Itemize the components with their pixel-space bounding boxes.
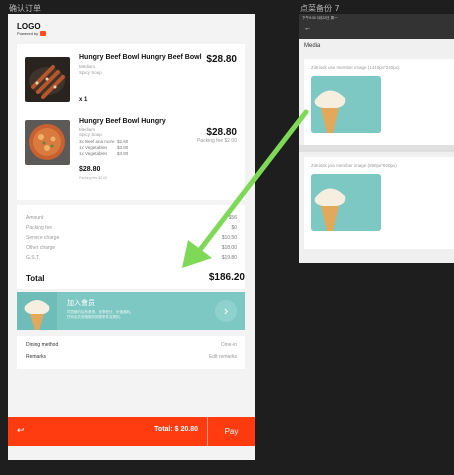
total-row: Total $186.20 <box>26 272 245 283</box>
charge-label: G.S.T. <box>26 255 40 261</box>
order-item[interactable]: Hungry Beef Bowl Hungry Medium Spicy Sou… <box>25 118 237 198</box>
addon-row: 1x Vegetables $3.80 <box>79 145 128 150</box>
pay-button[interactable]: Pay <box>208 417 255 446</box>
charge-row: Amount $56 <box>26 215 237 221</box>
detail-value: Dine-in <box>221 342 237 348</box>
frame-label-checkout: 确认订单 <box>9 4 41 13</box>
image-caption: ZiiKiosk join member image (590px*820px) <box>311 163 397 168</box>
paella-dish-image <box>25 120 70 165</box>
checkout-bar: ↩ Total: $ 20.80 Pay <box>8 417 255 446</box>
powered-by-text: Powered by <box>17 31 39 36</box>
banner-desc-line: 任何会员资格服务按照条件及规则。 <box>67 314 123 319</box>
charge-row: Packing fee $0 <box>26 225 237 231</box>
status-bar: 下午9:30 3月22日 周一 <box>302 16 338 20</box>
order-items-card: Hungry Beef Bowl Hungry Beef Bowl Medium… <box>17 44 245 200</box>
addon-name: 1x Vegetables <box>79 145 108 150</box>
powered-by: Powered by <box>17 31 47 36</box>
remarks-row[interactable]: Remarks Edit remarks <box>26 354 237 360</box>
use-member-image-card: ZiiKiosk use member image (1410px*240px) <box>304 59 454 145</box>
edit-remarks-link[interactable]: Edit remarks <box>209 354 237 360</box>
charge-label: Packing fee <box>26 225 53 231</box>
banner-description: 同意解约后有邀请，优享积分，价值福利。 任何会员资格服务按照条件及规则。 <box>67 310 187 319</box>
ice-cream-icon <box>311 76 381 133</box>
item-subtotal: $28.80 <box>79 166 101 173</box>
detail-label: Dining method <box>26 342 59 348</box>
order-item[interactable]: Hungry Beef Bowl Hungry Beef Bowl Medium… <box>25 54 237 114</box>
bar-total: Total: $ 20.80 <box>154 426 198 433</box>
join-member-image-card: ZiiKiosk join member image (590px*820px) <box>304 157 454 249</box>
detail-label: Remarks <box>26 354 47 360</box>
item-option: Spicy Soup <box>79 70 102 75</box>
ice-cream-icon <box>17 292 57 330</box>
join-member-banner[interactable]: 加入會员 同意解约后有邀请，优享积分，价值福利。 任何会员资格服务按照条件及规则… <box>17 292 245 330</box>
charge-value: $0 <box>231 225 237 231</box>
frame-label-backup: 点菜备份 7 <box>300 4 340 13</box>
addon-price: $3.80 <box>117 145 129 150</box>
details-card: Dining method Dine-in Remarks Edit remar… <box>17 336 245 369</box>
charge-row: Other charge $18.00 <box>26 245 237 251</box>
item-name: Hungry Beef Bowl Hungry Beef Bowl <box>79 54 202 61</box>
item-packing-fee: Packing fee $2.00 <box>196 138 237 144</box>
item-variant: Medium <box>79 64 96 69</box>
order-confirmation-screen: LOGO Powered by Hungry Beef Bowl Hungry … <box>8 14 255 460</box>
charge-row: Service charge $10.50 <box>26 235 237 241</box>
addon-name: 1x Vegetables <box>79 151 108 156</box>
charge-label: Amount <box>26 215 44 221</box>
app-header: 下午9:30 3月22日 周一 ← <box>299 14 454 39</box>
charge-label: Service charge <box>26 235 60 241</box>
addon-price: $2.60 <box>117 139 129 144</box>
item-quantity: x 1 <box>79 97 88 103</box>
charge-row: G.S.T. $19.80 <box>26 255 237 261</box>
banner-title: 加入會员 <box>67 300 95 307</box>
chevron-right-icon[interactable]: › <box>215 300 237 322</box>
item-name: Hungry Beef Bowl Hungry <box>79 118 166 125</box>
back-icon[interactable]: ↩ <box>17 425 25 436</box>
charge-value: $56 <box>228 215 237 221</box>
item-price: $28.80 <box>206 127 237 138</box>
addon-name: 3x Beef ana more <box>79 139 115 144</box>
item-subtotal-note: Packing fee $2.00 <box>79 176 108 180</box>
brand-mark-icon <box>40 31 47 36</box>
dining-method-row[interactable]: Dining method Dine-in <box>26 342 237 348</box>
total-label: Total <box>26 274 45 283</box>
addon-row: 3x Beef ana more $2.60 <box>79 139 128 144</box>
member-image-upload[interactable] <box>311 174 381 231</box>
item-price: $28.80 <box>206 54 237 65</box>
member-image-upload[interactable] <box>311 76 381 133</box>
addon-price: $3.80 <box>117 151 129 156</box>
divider <box>299 145 454 152</box>
item-option: Spicy Soup <box>79 132 102 137</box>
ice-cream-icon <box>311 174 381 231</box>
back-arrow-icon[interactable]: ← <box>304 25 311 32</box>
charge-value: $10.50 <box>221 235 237 241</box>
skewer-dish-image <box>25 57 70 102</box>
media-settings-screen: 下午9:30 3月22日 周一 ← Media ZiiKiosk use mem… <box>299 14 454 263</box>
charge-value: $18.00 <box>221 245 237 251</box>
section-title: Media <box>304 43 321 49</box>
charge-label: Other charge <box>26 245 56 251</box>
image-caption: ZiiKiosk use member image (1410px*240px) <box>311 65 400 70</box>
addon-row: 1x Vegetables $3.80 <box>79 151 128 156</box>
total-value: $186.20 <box>208 272 245 283</box>
logo: LOGO <box>17 22 41 31</box>
charge-value: $19.80 <box>221 255 237 261</box>
